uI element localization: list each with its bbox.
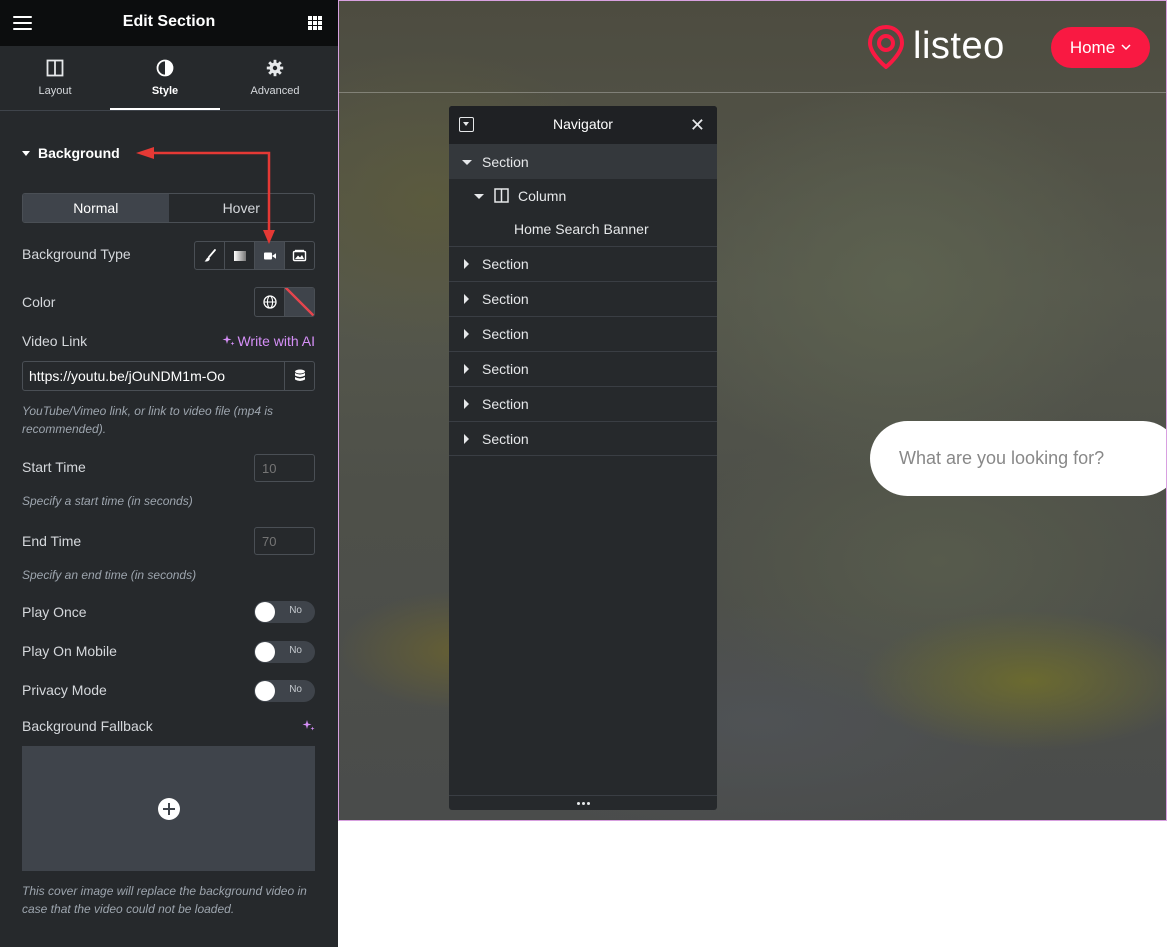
play-once-label: Play Once: [22, 604, 87, 620]
navigator-panel: Navigator ✕ Section Column Home Search B…: [449, 106, 717, 810]
editor-panel: Edit Section Layout Style Advanced Backg…: [0, 0, 338, 947]
video-link-help: YouTube/Vimeo link, or link to video fil…: [22, 404, 274, 436]
play-on-mobile-state: No: [289, 645, 302, 656]
start-time-label: Start Time: [22, 459, 86, 475]
color-control: [254, 287, 315, 317]
privacy-mode-state: No: [289, 684, 302, 695]
nav-column-row[interactable]: Column: [449, 179, 717, 212]
caret-right-icon: [464, 399, 469, 409]
tab-layout[interactable]: Layout: [0, 46, 110, 110]
nav-item-label: Home Search Banner: [514, 221, 649, 237]
caret-right-icon: [464, 294, 469, 304]
end-time-help: Specify an end time (in seconds): [22, 568, 197, 582]
color-swatch[interactable]: [285, 288, 314, 316]
site-logo[interactable]: listeo: [867, 25, 1005, 69]
play-once-toggle[interactable]: No: [254, 601, 315, 623]
panel-header: Edit Section: [0, 0, 338, 46]
widgets-grid-icon[interactable]: [308, 16, 322, 30]
globe-icon[interactable]: [255, 288, 285, 316]
video-link-label: Video Link: [22, 333, 88, 349]
privacy-mode-toggle[interactable]: No: [254, 680, 315, 702]
gradient-icon[interactable]: [225, 242, 255, 269]
play-once-state: No: [289, 605, 302, 616]
ai-sparkle-icon[interactable]: [302, 719, 315, 732]
write-with-ai-button[interactable]: Write with AI: [222, 333, 315, 349]
classic-brush-icon[interactable]: [195, 242, 225, 269]
color-label: Color: [22, 294, 56, 310]
background-section-toggle[interactable]: Background: [22, 145, 120, 161]
nav-section-row[interactable]: Section: [449, 352, 717, 387]
dynamic-tags-icon[interactable]: [284, 362, 314, 390]
close-icon[interactable]: ✕: [690, 115, 705, 136]
gear-icon: [266, 59, 284, 77]
nav-section-row[interactable]: Section: [449, 317, 717, 352]
background-section-title: Background: [38, 145, 120, 161]
caret-right-icon: [464, 259, 469, 269]
background-type-label: Background Type: [22, 246, 131, 262]
plus-circle-icon: [157, 797, 180, 820]
play-on-mobile-toggle[interactable]: No: [254, 641, 315, 663]
tab-hover[interactable]: Hover: [169, 194, 315, 222]
nav-item-label: Section: [482, 153, 529, 170]
slideshow-icon[interactable]: [285, 242, 314, 269]
caret-right-icon: [464, 329, 469, 339]
nav-widget-row[interactable]: Home Search Banner: [449, 212, 717, 247]
nav-item-label: Section: [482, 291, 529, 307]
end-time-input[interactable]: [254, 527, 315, 555]
nav-section-row[interactable]: Section: [449, 387, 717, 422]
home-menu-button[interactable]: Home: [1051, 27, 1150, 68]
navigator-resize-handle[interactable]: [449, 795, 717, 810]
background-fallback-help: This cover image will replace the backgr…: [22, 884, 307, 916]
caret-down-icon: [22, 150, 30, 156]
background-fallback-label: Background Fallback: [22, 718, 153, 734]
nav-item-label: Section: [482, 396, 529, 412]
start-time-help: Specify a start time (in seconds): [22, 494, 193, 508]
navigator-title: Navigator: [553, 116, 613, 132]
column-icon: [494, 188, 509, 203]
write-with-ai-label: Write with AI: [237, 333, 315, 349]
search-bar: [870, 421, 1166, 496]
map-pin-icon: [867, 25, 905, 69]
chevron-down-icon: [1121, 44, 1131, 51]
nav-item-label: Section: [482, 430, 529, 447]
nav-section-row[interactable]: Section: [449, 422, 717, 456]
caret-right-icon: [464, 364, 469, 374]
nav-section-row[interactable]: Section: [449, 282, 717, 317]
nav-item-label: Column: [518, 187, 567, 204]
fallback-image-dropzone[interactable]: [22, 746, 315, 871]
background-type-choices: [194, 241, 315, 270]
tab-style[interactable]: Style: [110, 46, 220, 110]
start-time-input[interactable]: [254, 454, 315, 482]
contrast-icon: [156, 59, 174, 77]
tab-advanced[interactable]: Advanced: [220, 46, 330, 110]
logo-text: listeo: [913, 24, 1005, 67]
tab-style-label: Style: [151, 85, 179, 97]
layout-icon: [46, 59, 64, 77]
tab-layout-label: Layout: [38, 85, 72, 97]
nav-item-label: Section: [482, 326, 529, 342]
navigator-header[interactable]: Navigator ✕: [449, 106, 717, 144]
header-divider: [339, 92, 1166, 93]
video-link-field: [22, 361, 315, 391]
privacy-mode-label: Privacy Mode: [22, 682, 107, 698]
caret-right-icon: [464, 433, 469, 444]
home-menu-label: Home: [1069, 37, 1116, 57]
ai-sparkle-icon: [222, 335, 235, 346]
panel-tabs: Layout Style Advanced: [0, 46, 338, 111]
state-tabs: Normal Hover: [22, 193, 315, 223]
end-time-label: End Time: [22, 533, 82, 549]
video-link-input[interactable]: [23, 362, 284, 390]
search-input[interactable]: [897, 447, 1166, 470]
nav-section-row[interactable]: Section: [449, 247, 717, 282]
play-on-mobile-label: Play On Mobile: [22, 643, 117, 659]
caret-down-icon: [462, 159, 472, 165]
nav-item-label: Section: [482, 361, 529, 377]
caret-down-icon: [474, 193, 484, 199]
nav-section-row[interactable]: Section: [449, 144, 717, 179]
nav-item-label: Section: [482, 256, 529, 272]
panel-title: Edit Section: [122, 13, 216, 30]
video-icon[interactable]: [255, 242, 285, 269]
tab-advanced-label: Advanced: [250, 85, 300, 97]
tab-normal[interactable]: Normal: [23, 194, 169, 222]
